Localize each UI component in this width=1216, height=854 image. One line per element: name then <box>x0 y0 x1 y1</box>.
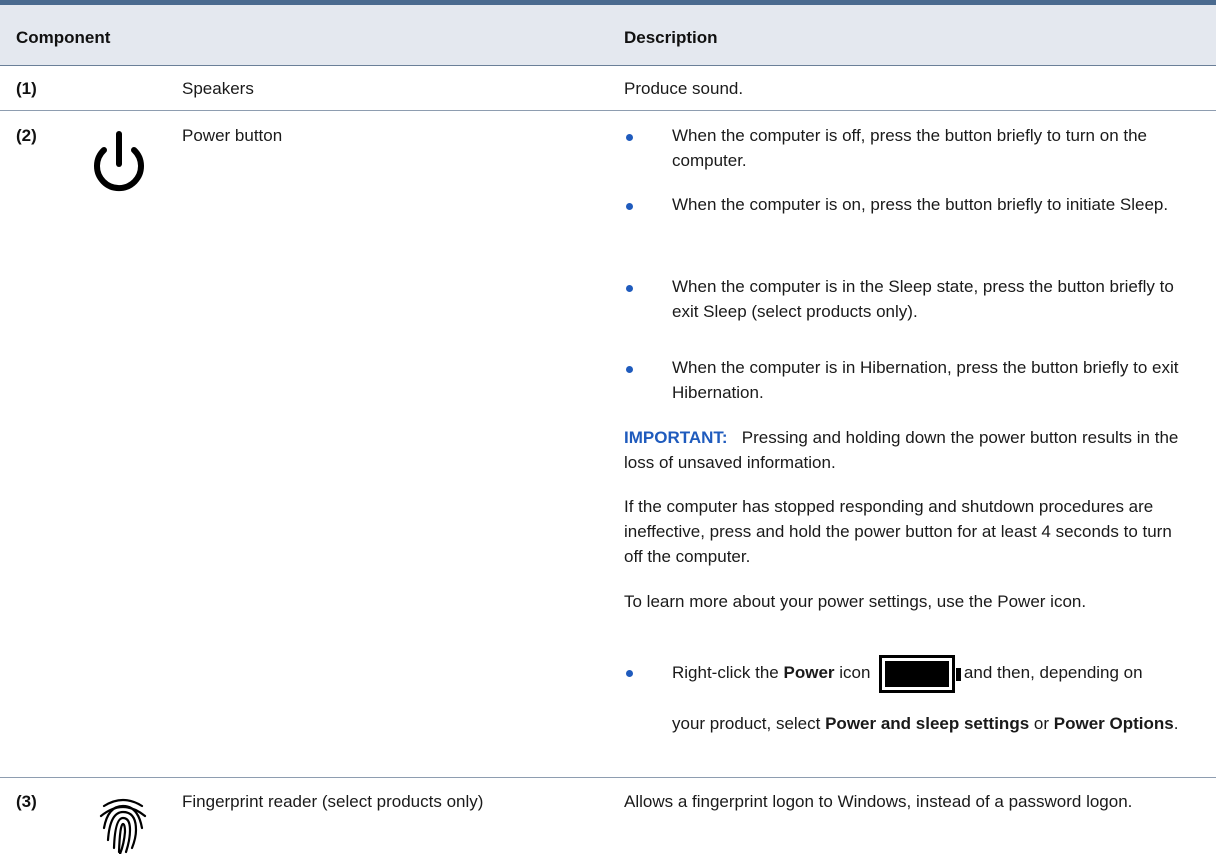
table-header: Component Description <box>0 5 1216 66</box>
row-number: (2) <box>16 126 37 145</box>
bullet-marker <box>626 134 633 141</box>
product-prefix: your product, select <box>672 714 821 733</box>
battery-icon <box>879 654 962 693</box>
component-description: Produce sound. <box>624 79 744 98</box>
bullet-marker <box>626 285 633 292</box>
important-note: IMPORTANT: Pressing and holding down the… <box>624 425 1184 475</box>
power-icon <box>94 131 144 192</box>
bullet-marker <box>626 670 633 677</box>
right-click-suffix: and then, depending on <box>963 663 1143 682</box>
fingerprint-icon <box>99 798 147 854</box>
bullet-marker <box>626 203 633 210</box>
product-select-text: your product, select Power and sleep set… <box>672 711 1182 736</box>
important-label: IMPORTANT: <box>624 428 728 447</box>
component-header: Component <box>16 28 111 47</box>
bullet-text: When the computer is in Hibernation, pre… <box>672 358 1179 402</box>
right-click-text: Right-click the <box>672 663 779 682</box>
bullet-marker <box>626 366 633 373</box>
power-sleep-settings-label: Power and sleep settings <box>825 714 1030 733</box>
bullet-text: When the computer is on, press the butto… <box>672 195 1169 214</box>
component-name: Power button <box>182 126 283 145</box>
power-settings-paragraph: To learn more about your power settings,… <box>624 592 1087 611</box>
right-click-line: Right-click the Power icon and then, dep… <box>672 654 1192 694</box>
stopped-responding-paragraph: If the computer has stopped responding a… <box>624 497 1172 566</box>
component-name: Speakers <box>182 79 254 98</box>
power-label: Power <box>783 663 835 682</box>
row-divider <box>0 110 1216 111</box>
component-name: Fingerprint reader (select products only… <box>182 792 484 811</box>
bullet-text: When the computer is off, press the butt… <box>672 126 1148 170</box>
row-divider <box>0 777 1216 778</box>
icon-word: icon <box>839 663 871 682</box>
row-number: (3) <box>16 792 37 811</box>
row-number: (1) <box>16 79 37 98</box>
description-header: Description <box>624 28 718 47</box>
bullet-text: When the computer is in the Sleep state,… <box>672 277 1174 321</box>
or-word: or <box>1033 714 1050 733</box>
power-options-label: Power Options <box>1053 714 1174 733</box>
period: . <box>1173 714 1179 733</box>
component-description: Allows a fingerprint logon to Windows, i… <box>624 792 1133 811</box>
